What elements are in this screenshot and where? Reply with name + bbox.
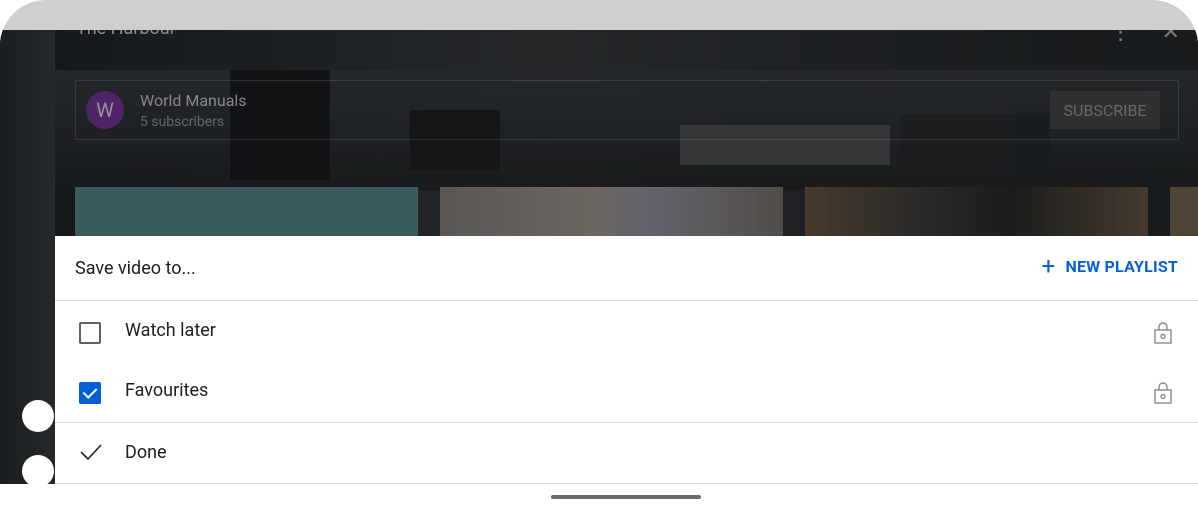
playlist-label: Watch later bbox=[125, 320, 216, 341]
done-button[interactable]: Done bbox=[55, 422, 1198, 482]
floating-dot[interactable] bbox=[22, 400, 54, 432]
favourites-checkbox[interactable] bbox=[79, 382, 101, 404]
playlist-row-favourites[interactable]: Favourites bbox=[55, 362, 1198, 422]
home-indicator[interactable] bbox=[551, 495, 701, 499]
check-icon bbox=[80, 444, 102, 461]
lock-icon bbox=[1154, 322, 1172, 344]
lock-icon bbox=[1154, 382, 1172, 404]
sheet-bottom-divider bbox=[55, 483, 1198, 484]
save-to-playlist-sheet: Save video to... + NEW PLAYLIST Watch la… bbox=[55, 236, 1198, 484]
sheet-title: Save video to... bbox=[75, 258, 196, 279]
floating-dot[interactable] bbox=[22, 455, 54, 487]
sheet-header: Save video to... + NEW PLAYLIST bbox=[55, 236, 1198, 301]
playlist-label: Favourites bbox=[125, 380, 209, 401]
watch-later-checkbox[interactable] bbox=[79, 322, 101, 344]
new-playlist-button[interactable]: + NEW PLAYLIST bbox=[1041, 252, 1178, 280]
plus-icon: + bbox=[1041, 252, 1056, 280]
new-playlist-label: NEW PLAYLIST bbox=[1065, 256, 1178, 276]
done-label: Done bbox=[125, 442, 167, 463]
playlist-row-watch-later[interactable]: Watch later bbox=[55, 302, 1198, 362]
